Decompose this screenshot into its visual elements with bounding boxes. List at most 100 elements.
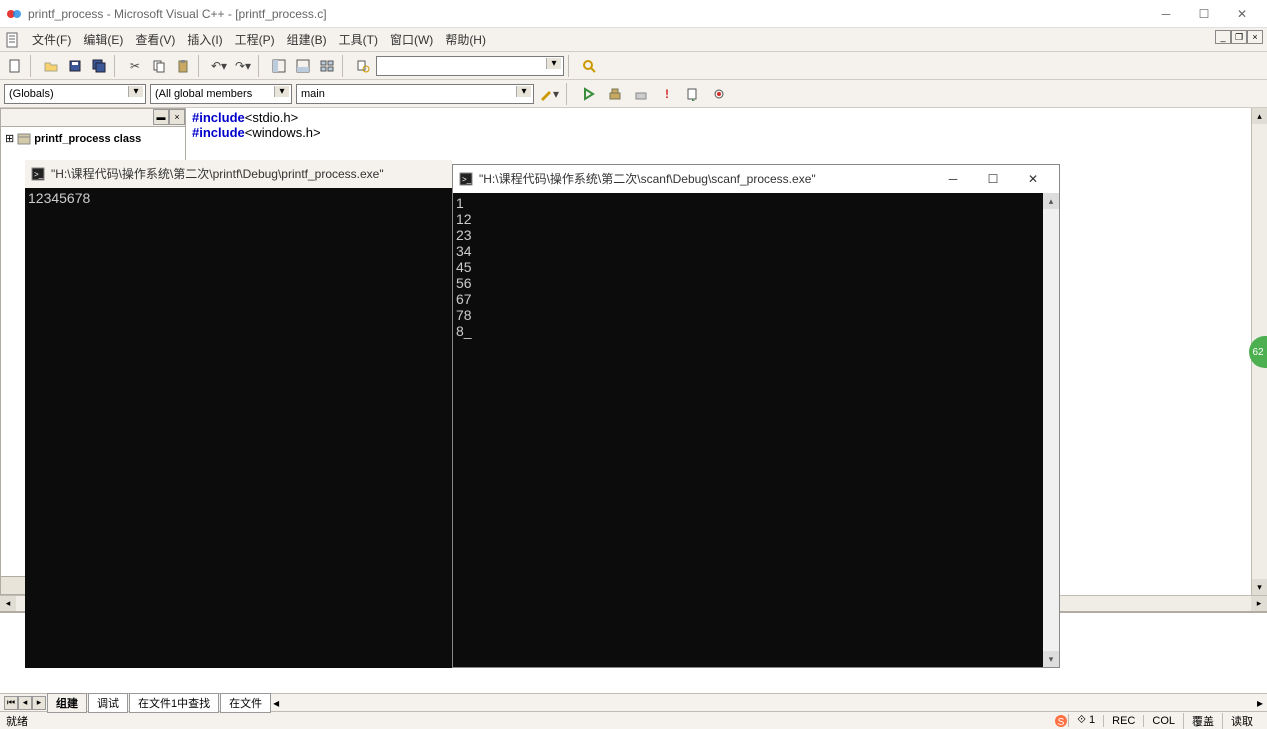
go-button[interactable] — [682, 83, 704, 105]
scroll-up-button[interactable]: ▴ — [1043, 193, 1059, 209]
function-combo[interactable]: main — [296, 84, 534, 104]
console-icon: >_ — [31, 167, 45, 181]
copy-button[interactable] — [148, 55, 170, 77]
redo-button[interactable]: ↷▾ — [232, 55, 254, 77]
title-bar: printf_process - Microsoft Visual C++ - … — [0, 0, 1267, 28]
save-all-button[interactable] — [88, 55, 110, 77]
close-button[interactable]: ✕ — [1223, 1, 1261, 27]
workspace-button[interactable] — [268, 55, 290, 77]
code-token: <stdio.h> — [245, 110, 299, 125]
class-tree[interactable]: ⊞ printf_process class — [1, 127, 185, 150]
document-icon — [6, 32, 22, 48]
tab-nav-scroll-left[interactable]: ◂ — [273, 696, 279, 710]
console-scanf: >_ "H:\课程代码\操作系统\第二次\scanf\Debug\scanf_p… — [452, 164, 1060, 668]
menu-window[interactable]: 窗口(W) — [384, 29, 439, 50]
find-button[interactable] — [578, 55, 600, 77]
tab-nav-prev-button[interactable]: ◂ — [18, 696, 32, 710]
scroll-down-button[interactable]: ▾ — [1252, 579, 1267, 595]
find-combo[interactable] — [376, 56, 564, 76]
maximize-button[interactable]: ☐ — [1185, 1, 1223, 27]
console-icon: >_ — [459, 172, 473, 186]
code-token: #include — [192, 125, 245, 140]
save-button[interactable] — [64, 55, 86, 77]
scroll-left-button[interactable]: ◂ — [0, 596, 16, 611]
console2-output: 1 12 23 34 45 56 67 78 8_ — [453, 193, 1059, 341]
status-read: 读取 — [1222, 713, 1261, 729]
console1-titlebar[interactable]: >_ "H:\课程代码\操作系统\第二次\printf\Debug\printf… — [25, 160, 452, 188]
panel-dock-button[interactable]: ▬ — [153, 109, 169, 125]
console2-minimize-button[interactable]: ─ — [933, 166, 973, 192]
output-tab-debug[interactable]: 调试 — [88, 693, 128, 713]
console2-maximize-button[interactable]: ☐ — [973, 166, 1013, 192]
mdi-close-button[interactable]: × — [1247, 30, 1263, 44]
standard-toolbar: ✂ ↶▾ ↷▾ — [0, 52, 1267, 80]
breakpoint-button[interactable] — [708, 83, 730, 105]
minimize-button[interactable]: ─ — [1147, 1, 1185, 27]
svg-text:S: S — [1058, 717, 1065, 728]
svg-text:>_: >_ — [462, 175, 472, 184]
tree-root-label: printf_process class — [34, 133, 141, 145]
execute-button[interactable]: ! — [656, 83, 678, 105]
menu-bar: 文件(F) 编辑(E) 查看(V) 插入(I) 工程(P) 组建(B) 工具(T… — [0, 28, 1267, 52]
expand-icon[interactable]: ⊞ — [5, 132, 14, 145]
tab-nav-first-button[interactable]: ⏮ — [4, 696, 18, 710]
menu-file[interactable]: 文件(F) — [26, 29, 77, 50]
scope-combo[interactable]: (Globals) — [4, 84, 146, 104]
console2-title: "H:\课程代码\操作系统\第二次\scanf\Debug\scanf_proc… — [479, 171, 816, 187]
status-bar: 就绪 S ⟐ 1 REC COL 覆盖 读取 — [0, 711, 1267, 729]
mdi-buttons: _ ❐ × — [1215, 30, 1263, 44]
output-tab-find1[interactable]: 在文件1中查找 — [129, 693, 219, 713]
status-ovr: 覆盖 — [1183, 713, 1222, 729]
status-ready: 就绪 — [6, 713, 28, 729]
cut-button[interactable]: ✂ — [124, 55, 146, 77]
console2-titlebar[interactable]: >_ "H:\课程代码\操作系统\第二次\scanf\Debug\scanf_p… — [453, 165, 1059, 193]
code-token: <windows.h> — [245, 125, 321, 140]
console1-title: "H:\课程代码\操作系统\第二次\printf\Debug\printf_pr… — [51, 166, 384, 182]
output-button[interactable] — [292, 55, 314, 77]
code-token: #include — [192, 110, 245, 125]
output-tab-build[interactable]: 组建 — [47, 693, 87, 713]
menu-build[interactable]: 组建(B) — [281, 29, 333, 50]
tree-root-item[interactable]: ⊞ printf_process class — [5, 131, 181, 146]
members-combo[interactable]: (All global members — [150, 84, 292, 104]
status-icon: S — [1054, 714, 1068, 728]
console2-close-button[interactable]: ✕ — [1013, 166, 1053, 192]
stop-build-button[interactable] — [630, 83, 652, 105]
menu-help[interactable]: 帮助(H) — [439, 29, 492, 50]
scroll-right-button[interactable]: ▸ — [1251, 596, 1267, 611]
console-printf: >_ "H:\课程代码\操作系统\第二次\printf\Debug\printf… — [25, 160, 452, 668]
open-button[interactable] — [40, 55, 62, 77]
output-tabs: ⏮ ◂ ▸ 组建 调试 在文件1中查找 在文件 ◂ ▸ — [0, 693, 1267, 711]
output-tab-find2[interactable]: 在文件 — [220, 693, 271, 713]
build-button[interactable] — [604, 83, 626, 105]
window-list-button[interactable] — [316, 55, 338, 77]
window-title: printf_process - Microsoft Visual C++ - … — [28, 7, 327, 21]
panel-close-button[interactable]: × — [169, 109, 185, 125]
compile-button[interactable] — [578, 83, 600, 105]
mdi-minimize-button[interactable]: _ — [1215, 30, 1231, 44]
status-col: COL — [1143, 715, 1183, 727]
menu-tools[interactable]: 工具(T) — [333, 29, 384, 50]
wizard-action-button[interactable]: ▾ — [538, 83, 560, 105]
tab-nav-scroll-right[interactable]: ▸ — [1257, 696, 1263, 710]
console1-output: 12345678 — [25, 188, 452, 208]
app-logo-icon — [6, 6, 22, 22]
menu-insert[interactable]: 插入(I) — [181, 29, 228, 50]
mdi-restore-button[interactable]: ❐ — [1231, 30, 1247, 44]
status-rec: REC — [1103, 715, 1143, 727]
menu-project[interactable]: 工程(P) — [229, 29, 281, 50]
menu-edit[interactable]: 编辑(E) — [77, 29, 129, 50]
console2-vscrollbar[interactable]: ▴ ▾ — [1043, 193, 1059, 667]
class-icon — [17, 133, 31, 145]
menu-view[interactable]: 查看(V) — [129, 29, 181, 50]
status-indicator: ⟐ 1 — [1068, 714, 1103, 727]
scroll-up-button[interactable]: ▴ — [1252, 108, 1267, 124]
undo-button[interactable]: ↶▾ — [208, 55, 230, 77]
tab-nav-next-button[interactable]: ▸ — [32, 696, 46, 710]
svg-text:>_: >_ — [34, 170, 44, 179]
new-button[interactable] — [4, 55, 26, 77]
wizardbar-toolbar: (Globals) (All global members main ▾ ! — [0, 80, 1267, 108]
paste-button[interactable] — [172, 55, 194, 77]
find-in-files-button[interactable] — [352, 55, 374, 77]
scroll-down-button[interactable]: ▾ — [1043, 651, 1059, 667]
